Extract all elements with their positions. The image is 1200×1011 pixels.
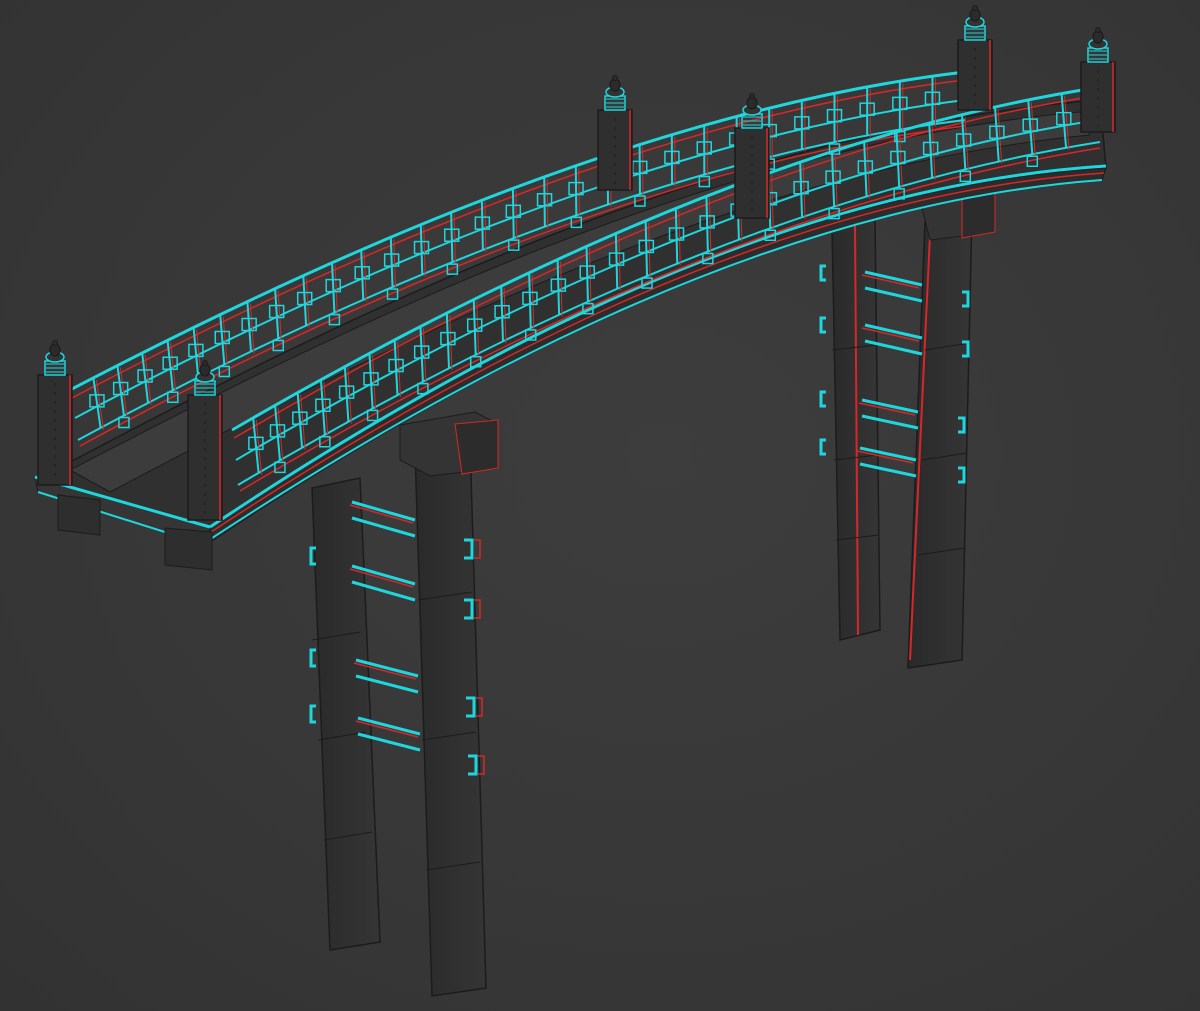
newel-post[interactable] [957,5,993,111]
newel-post[interactable] [37,340,73,486]
newel-post[interactable] [187,360,223,521]
bridge-model[interactable] [0,0,1200,1011]
support-leg-near-left[interactable] [311,477,381,951]
newel-post[interactable] [1080,27,1116,133]
support-leg-near-right[interactable] [399,411,499,997]
newel-post[interactable] [734,93,770,219]
3d-viewport[interactable] [0,0,1200,1011]
baluster [536,176,553,229]
newel-post[interactable] [597,75,633,191]
support-leg-far-right[interactable] [907,189,996,669]
baluster [664,134,680,187]
support-leg-far-left[interactable] [831,217,881,641]
